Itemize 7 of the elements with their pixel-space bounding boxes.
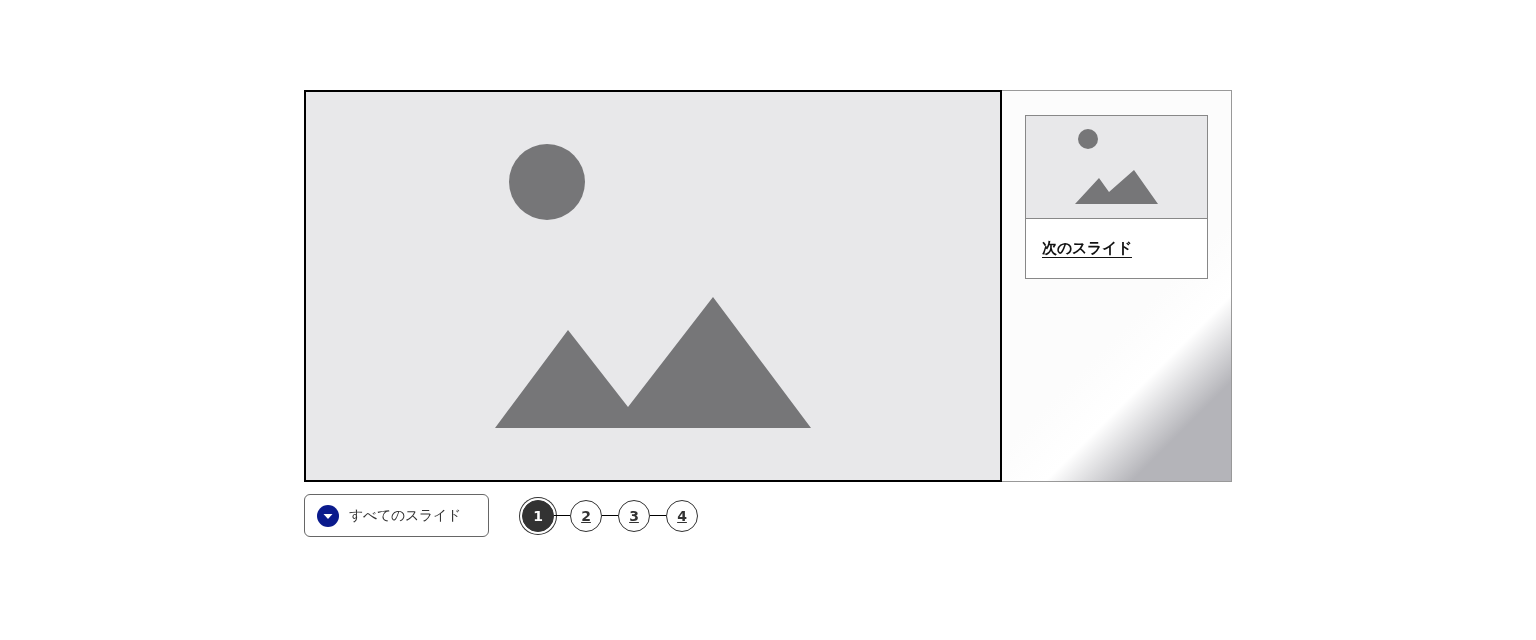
page-button[interactable]: 1 bbox=[522, 499, 554, 532]
all-slides-button[interactable]: すべてのスライド bbox=[304, 494, 489, 537]
page-button[interactable]: 2 bbox=[570, 499, 602, 532]
page-button[interactable]: 3 bbox=[618, 499, 650, 532]
next-slide-link[interactable]: 次のスライド bbox=[1042, 239, 1132, 258]
page-button[interactable]: 4 bbox=[666, 499, 698, 532]
next-slide-card[interactable]: 次のスライド bbox=[1025, 115, 1208, 279]
